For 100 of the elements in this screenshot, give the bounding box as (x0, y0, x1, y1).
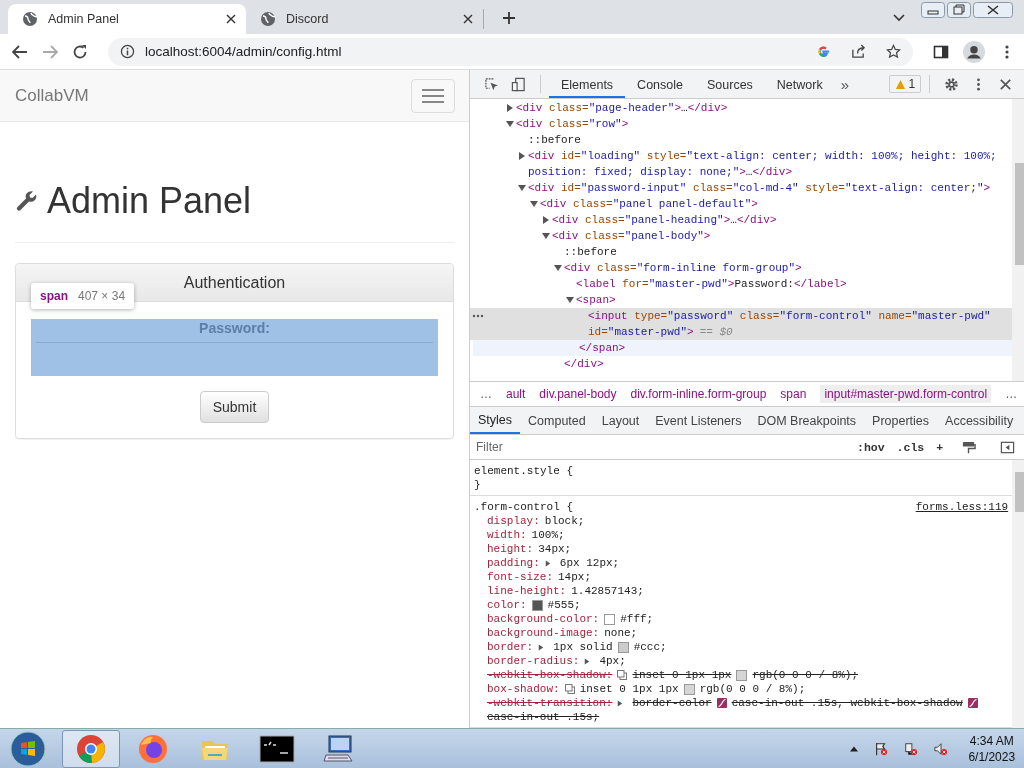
share-icon[interactable] (851, 44, 867, 59)
back-icon[interactable] (12, 43, 28, 60)
expand-arrow-icon[interactable] (506, 104, 514, 112)
ellipsis-icon[interactable] (472, 314, 484, 318)
speaker-icon[interactable] (934, 741, 949, 756)
devtools-tab[interactable]: Console (625, 70, 695, 98)
dom-node-markup[interactable]: <span> (576, 292, 1009, 308)
network-icon[interactable] (904, 741, 919, 756)
css-value[interactable]: rgb(0 0 0 / 8%); (699, 682, 806, 696)
star-icon[interactable] (886, 44, 902, 59)
css-property[interactable]: box-shadow: (487, 682, 560, 696)
expand-arrow-icon[interactable] (506, 120, 514, 128)
css-value[interactable]: 6px 12px; (559, 556, 620, 570)
sidebar-toggle-icon[interactable] (1000, 439, 1016, 455)
styles-pane-tab[interactable]: Accessibility (937, 407, 1022, 434)
easing-curve-icon[interactable] (967, 698, 978, 708)
breadcrumb[interactable]: … (480, 387, 492, 401)
shadow-editor-icon[interactable] (617, 670, 628, 680)
chevron-down-icon[interactable] (893, 14, 906, 22)
css-property[interactable]: font-size: (487, 570, 553, 584)
hovered-dom-row[interactable]: </span> (473, 340, 1013, 356)
close-icon[interactable] (463, 14, 473, 24)
css-property[interactable]: line-height: (487, 584, 567, 598)
css-property[interactable]: background-color: (487, 612, 600, 626)
show-hidden-icons-icon[interactable] (850, 745, 859, 752)
dom-node-markup[interactable]: </span> (579, 340, 1009, 356)
css-property[interactable]: display: (487, 514, 540, 528)
submit-button[interactable]: Submit (199, 391, 270, 423)
close-icon[interactable] (973, 2, 1014, 18)
dom-node-markup[interactable]: ::before (528, 132, 1009, 148)
settings-icon[interactable] (944, 76, 960, 92)
expand-arrow-icon[interactable] (538, 643, 545, 651)
css-value[interactable]: ease-in-out .15s, webkit-box-shadow (731, 696, 963, 710)
dom-node-markup[interactable]: id="master-pwd"> (588, 324, 694, 340)
styles-pane-tab[interactable]: Event Listeners (647, 407, 750, 434)
source-link[interactable]: forms.less:119 (915, 500, 1009, 514)
css-property[interactable]: color: (487, 598, 527, 612)
expand-arrow-icon[interactable] (544, 559, 551, 567)
css-value[interactable]: rgb(0 0 0 / 8%); (752, 668, 859, 682)
devtools-tab[interactable]: Elements (549, 70, 626, 98)
css-property[interactable]: border: (487, 640, 534, 654)
css-value[interactable]: 14px; (558, 570, 592, 584)
css-value[interactable]: border-color (632, 696, 712, 710)
close-icon[interactable] (998, 76, 1014, 92)
expand-arrow-icon[interactable] (554, 264, 562, 272)
new-tab-icon[interactable] (502, 11, 516, 25)
devtools-tab[interactable]: Network (764, 70, 835, 98)
dom-node-markup[interactable]: <label for="master-pwd">Password:</label> (576, 276, 1009, 292)
start-button-icon[interactable] (10, 730, 46, 767)
css-property[interactable]: border-radius: (487, 654, 580, 668)
dom-node-markup[interactable]: <div class="panel-heading">…</div> (552, 212, 1009, 228)
filter-toggle[interactable]: :hov (857, 440, 885, 454)
css-property[interactable]: padding: (487, 556, 540, 570)
reload-icon[interactable] (72, 43, 88, 60)
dom-node-markup[interactable]: <div class="row"> (516, 116, 1009, 132)
css-value[interactable]: 1.42857143; (571, 584, 644, 598)
breadcrumb[interactable]: … (1005, 387, 1018, 401)
styles-pane-tab[interactable]: Layout (593, 407, 648, 434)
color-swatch[interactable] (736, 669, 748, 681)
styles-pane-tab[interactable]: Properties (864, 407, 938, 434)
google-icon[interactable] (816, 44, 832, 59)
css-value[interactable]: 4px; (599, 654, 626, 668)
expand-arrow-icon[interactable] (542, 232, 550, 240)
filter-toggle[interactable]: .cls (896, 440, 925, 454)
expand-arrow-icon[interactable] (584, 657, 591, 665)
css-property[interactable]: background-image: (487, 626, 600, 640)
profile-icon[interactable] (963, 40, 986, 63)
brand-link[interactable]: CollabVM (15, 85, 89, 106)
filter-toggle[interactable]: + (936, 440, 944, 454)
browser-tab[interactable]: Discord (246, 9, 484, 29)
flag-icon[interactable] (874, 741, 889, 756)
devtools-tab[interactable]: Sources (695, 70, 765, 98)
selected-dom-row[interactable]: <input type="password" class="form-control" name="master-pwd" id="master-pwd"> == $0 (470, 308, 1013, 340)
css-property[interactable]: width: (487, 528, 527, 542)
address-bar[interactable]: localhost:6004/admin/config.html (108, 37, 914, 66)
css-value[interactable]: #555; (547, 598, 581, 612)
restore-icon[interactable] (947, 2, 972, 18)
breadcrumb[interactable]: input#master-pwd.form-control (820, 385, 992, 403)
css-value[interactable]: #ccc; (633, 640, 667, 654)
expand-arrow-icon[interactable] (518, 152, 526, 160)
css-value[interactable]: none; (604, 626, 638, 640)
dom-node-markup[interactable]: <div class="panel panel-default"> (540, 196, 1009, 212)
css-value[interactable]: block; (544, 514, 585, 528)
color-swatch[interactable] (683, 683, 695, 695)
css-value[interactable]: #fff; (620, 612, 654, 626)
dom-node-markup[interactable]: ::before (564, 244, 1009, 260)
dom-node-markup[interactable]: <div id="password-input" class="col-md-4" style="text-align: center;"> (528, 180, 1009, 196)
css-property[interactable]: height: (487, 542, 534, 556)
clock-time[interactable]: 4:34 AM (969, 732, 1014, 749)
minimize-icon[interactable] (921, 2, 946, 18)
css-value[interactable]: 100%; (531, 528, 565, 542)
dom-node-markup[interactable]: <div id="loading" style="text-align: center; width: 100%; height: 100%; position: fixed; display: none;">…</div> (528, 148, 1009, 180)
color-swatch[interactable] (531, 599, 543, 611)
dom-node-markup[interactable]: <div class="panel-body"> (552, 228, 1009, 244)
device-toolbar-icon[interactable] (511, 76, 526, 92)
breadcrumb[interactable]: div.form-inline.form-group (630, 387, 767, 401)
easing-curve-icon[interactable] (716, 698, 727, 708)
clock-date[interactable]: 6/1/2023 (968, 748, 1016, 765)
expand-arrow-icon[interactable] (566, 296, 574, 304)
expand-arrow-icon[interactable] (530, 200, 538, 208)
